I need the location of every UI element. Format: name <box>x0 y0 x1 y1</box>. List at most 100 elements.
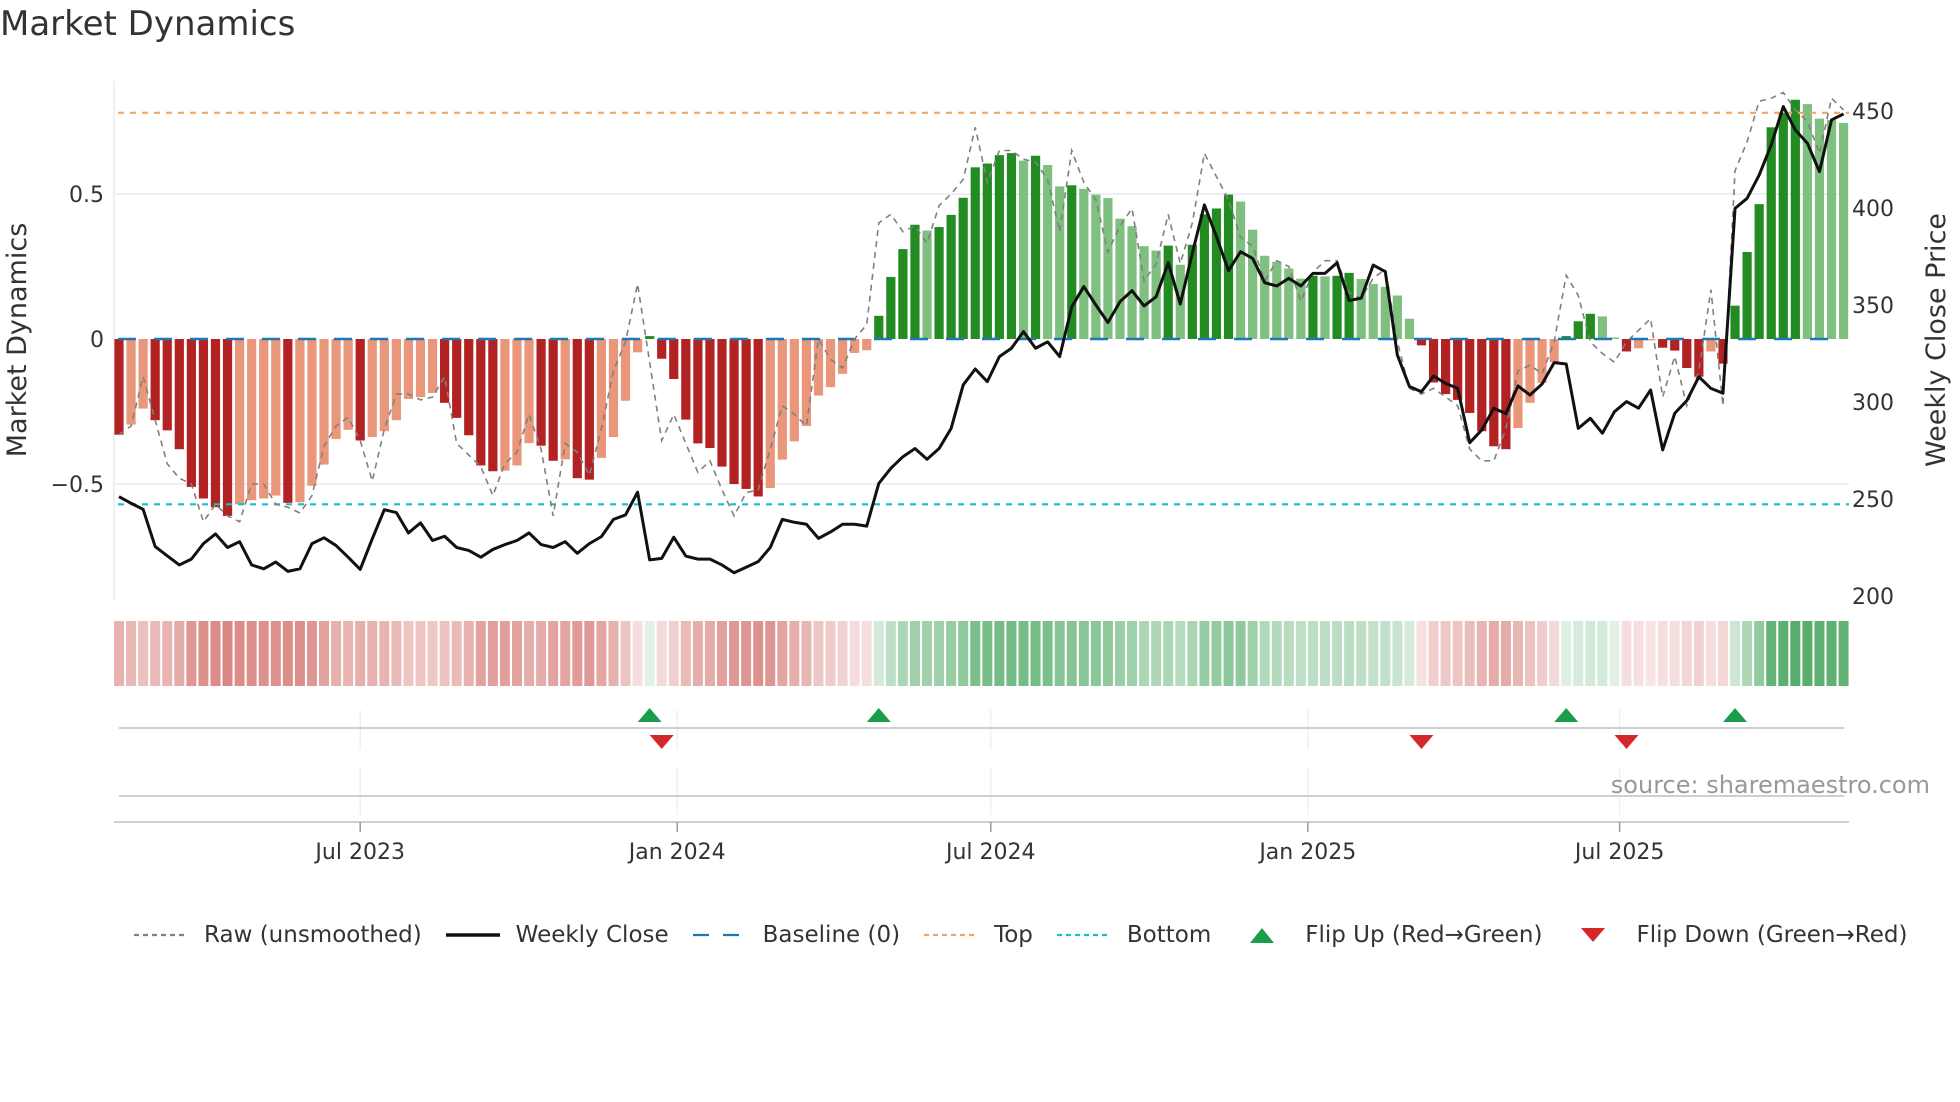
source-credit: source: sharemaestro.com <box>1611 771 1930 799</box>
positive-bar <box>1766 127 1776 339</box>
heat-cell <box>126 621 137 686</box>
legend-label: Baseline (0) <box>762 922 901 948</box>
x-tick-label: Jul 2024 <box>944 840 1036 865</box>
heat-cell <box>596 621 607 686</box>
heat-cell <box>234 621 245 686</box>
heat-cell <box>451 621 462 686</box>
positive-bar <box>1248 229 1258 339</box>
heat-cell <box>946 621 957 686</box>
negative-bar <box>1706 339 1716 352</box>
negative-bar <box>801 339 812 426</box>
heat-cell <box>753 621 764 686</box>
heat-cell <box>463 621 474 686</box>
negative-bar <box>765 339 775 489</box>
positive-bar <box>1730 305 1740 339</box>
heat-cell <box>692 621 703 686</box>
heat-cell <box>198 621 209 686</box>
heat-cell <box>1151 621 1162 686</box>
heat-cell <box>608 621 619 686</box>
bottom-legend-icon <box>1056 933 1111 937</box>
heat-cell <box>560 621 571 686</box>
heat-cell <box>1730 621 1741 686</box>
heat-cell <box>487 621 498 686</box>
heat-cell <box>1392 621 1403 686</box>
heat-cell <box>162 621 173 686</box>
positive-bar <box>1055 186 1065 339</box>
heat-cell <box>270 621 281 686</box>
heat-cell <box>1717 621 1728 686</box>
x-tick-label: Jul 2025 <box>1573 840 1665 865</box>
heat-cell <box>1428 621 1439 686</box>
negative-bar <box>1658 339 1668 348</box>
negative-bar <box>295 339 305 503</box>
negative-bar <box>391 339 401 421</box>
positive-bar <box>1127 226 1137 339</box>
negative-bar <box>693 339 703 444</box>
heat-cell <box>294 621 305 686</box>
heat-cell <box>825 621 836 686</box>
flip-down-marker <box>1614 735 1639 749</box>
heat-cell <box>1609 621 1620 686</box>
heat-cell <box>1042 621 1053 686</box>
heat-cell <box>1537 621 1548 686</box>
negative-bar <box>572 339 582 479</box>
heat-cell <box>584 621 595 686</box>
negative-bar <box>584 339 594 480</box>
negative-bar <box>681 339 691 420</box>
positive-bar <box>1260 255 1270 339</box>
heat-cell <box>885 621 896 686</box>
negative-bar <box>560 339 570 460</box>
heat-cell <box>1066 621 1077 686</box>
heat-cell <box>1633 621 1644 686</box>
heat-cell <box>391 621 402 686</box>
legend-item-close: Weekly Close <box>444 922 669 948</box>
heat-cell <box>222 621 233 686</box>
heat-cell <box>1127 621 1138 686</box>
right-tick-label: 200 <box>1852 585 1894 610</box>
negative-bar <box>608 339 619 438</box>
heat-cell <box>1018 621 1029 686</box>
negative-bar <box>174 339 184 450</box>
heat-cell <box>801 621 812 686</box>
heat-cell <box>1030 621 1041 686</box>
heat-cell <box>319 621 330 686</box>
negative-bar <box>464 339 474 436</box>
heat-cell <box>1416 621 1427 686</box>
positive-bar <box>1838 122 1849 339</box>
heat-cell <box>1114 621 1125 686</box>
positive-bar <box>970 167 980 339</box>
right-tick-label: 250 <box>1852 488 1894 513</box>
heat-cell <box>1488 621 1499 686</box>
positive-bar <box>886 276 896 339</box>
heat-cell <box>1295 621 1306 686</box>
legend-item-flip-down: Flip Down (Green→Red) <box>1564 922 1907 948</box>
heat-cell <box>439 621 450 686</box>
negative-bar <box>512 339 522 466</box>
right-axis-label: Weekly Close Price <box>1921 213 1952 467</box>
negative-bar <box>657 339 667 359</box>
positive-bar <box>1018 160 1029 339</box>
negative-bar <box>235 339 245 505</box>
heat-cell <box>1006 621 1017 686</box>
heat-cell <box>994 621 1005 686</box>
heat-cell <box>1657 621 1668 686</box>
heat-cell <box>717 621 727 686</box>
heat-cell <box>138 621 149 686</box>
negative-bar <box>862 339 872 351</box>
heat-cell <box>210 621 221 686</box>
heat-cell <box>958 621 969 686</box>
heat-cell <box>427 621 438 686</box>
right-tick-label: 300 <box>1852 391 1894 416</box>
negative-bar <box>331 339 341 440</box>
negative-bar <box>476 339 486 466</box>
heat-cell <box>1199 621 1210 686</box>
negative-bar <box>1682 339 1692 368</box>
flip-up-marker <box>1723 708 1748 722</box>
negative-bar <box>415 339 426 397</box>
heat-cell <box>499 621 510 686</box>
negative-bar <box>1501 339 1511 450</box>
positive-bar <box>1030 155 1041 339</box>
right-tick-label: 350 <box>1852 294 1894 319</box>
negative-bar <box>500 339 510 471</box>
heat-cell <box>1332 621 1343 686</box>
